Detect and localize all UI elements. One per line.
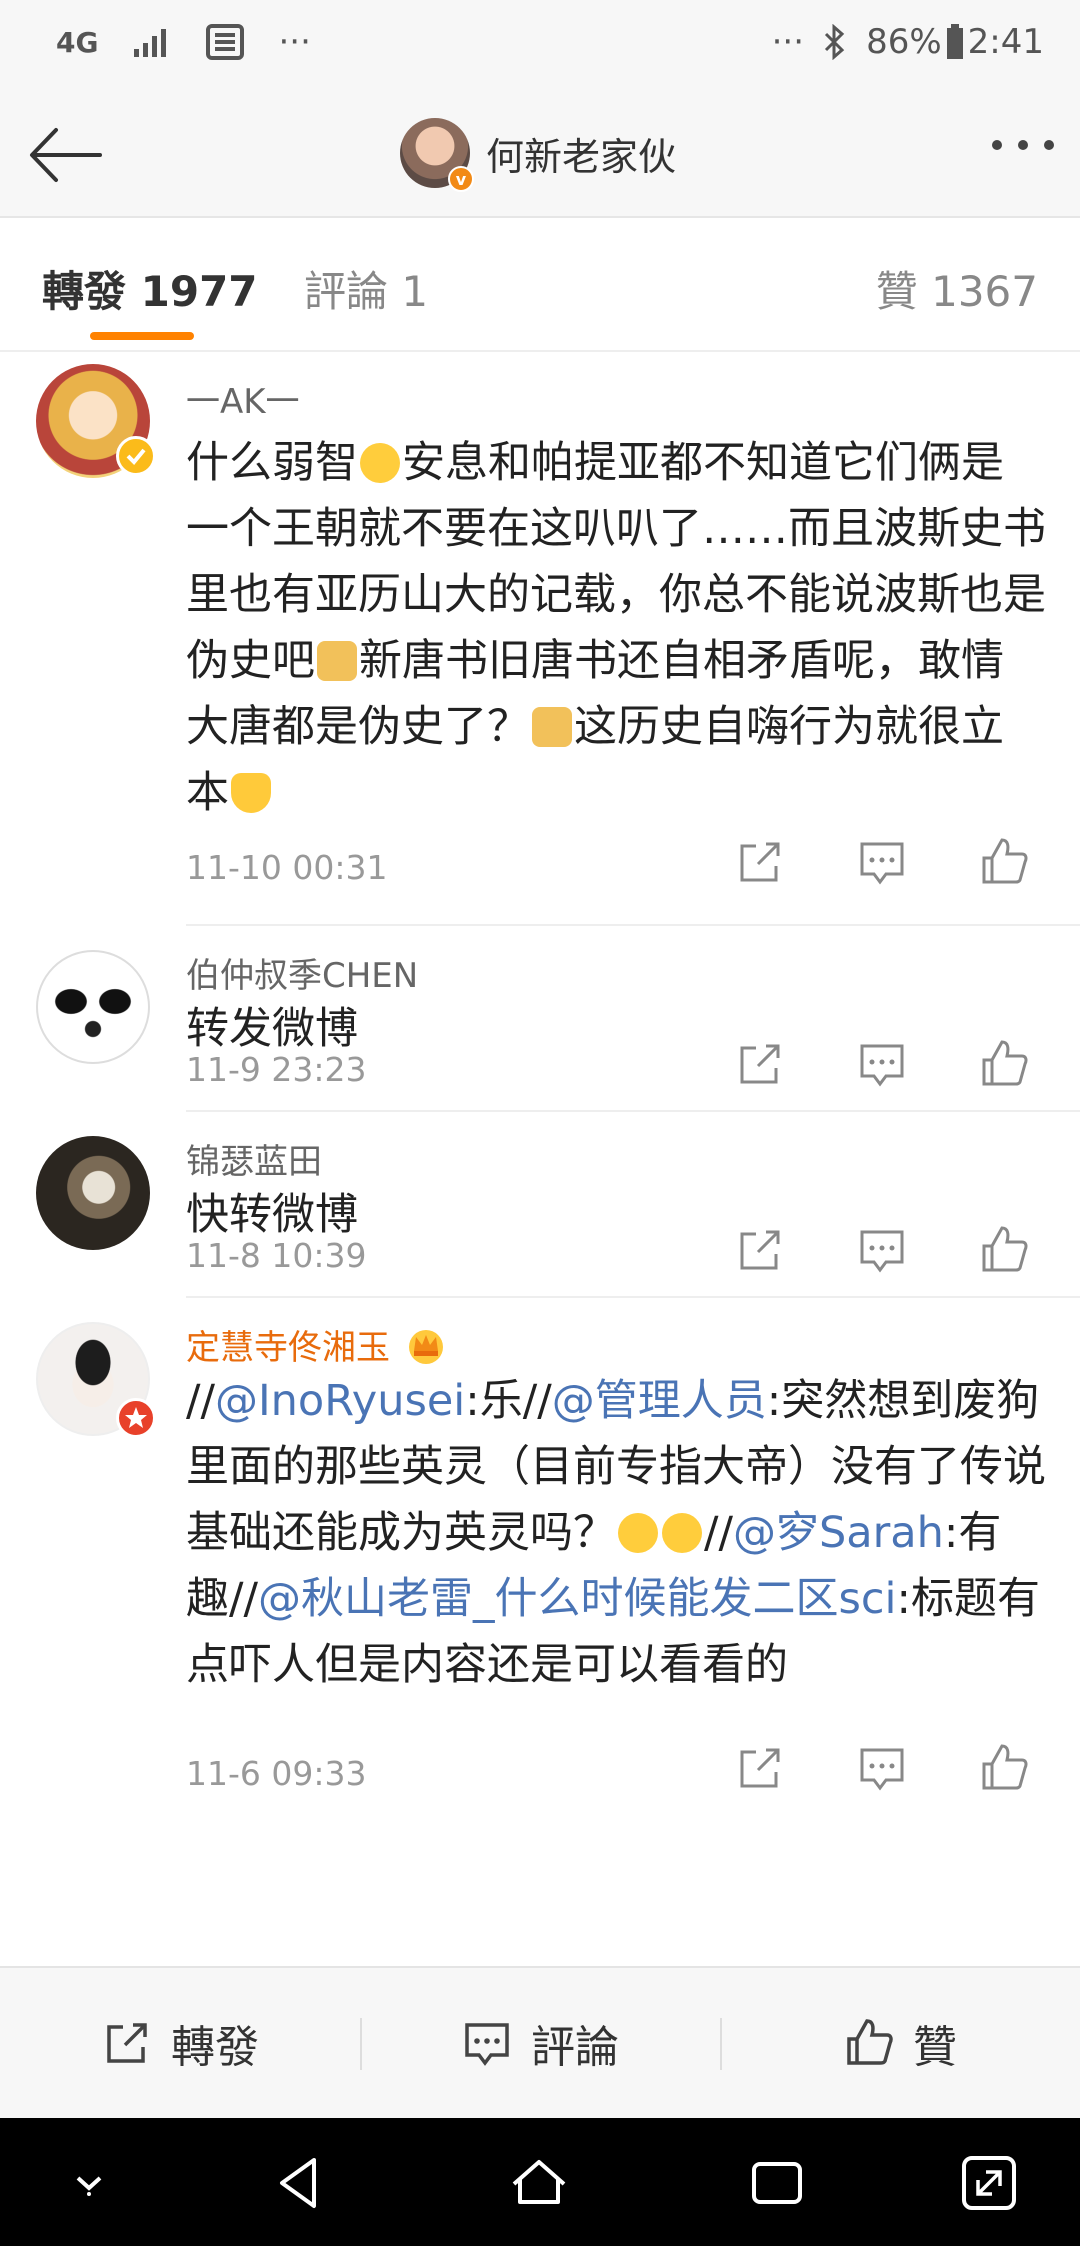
tab-reposts[interactable]: 轉發 1977 [42,258,258,319]
status-more-left: ··· [278,22,311,62]
dot-icon [1044,140,1054,150]
nav-user[interactable]: v 何新老家伙 [400,118,677,192]
comment-label: 評論 [531,2022,619,2073]
more-options-button[interactable] [992,140,1054,150]
network-4g-icon: 4G [56,25,99,59]
comment-icon[interactable] [856,1038,908,1090]
expand-icon[interactable] [956,2150,1022,2216]
repost-icon[interactable] [734,836,786,888]
arrow-left-icon [30,128,102,182]
like-icon [847,2019,893,2065]
comment-icon[interactable] [856,836,908,888]
crown-badge-icon [409,1329,443,1364]
comment-icon[interactable] [856,1224,908,1276]
mention-link[interactable]: @管理人员 [552,1376,767,1426]
doge-emoji-icon [532,707,572,747]
post-actions [734,1224,1030,1276]
doge-emoji-icon [317,641,357,681]
back-button[interactable] [26,120,106,190]
repost-icon[interactable] [734,1224,786,1276]
tab-comments[interactable]: 評論 1 [304,258,428,319]
nav-bar: v 何新老家伙 [0,92,1080,218]
like-button[interactable]: 贊 [720,1968,1080,2118]
like-icon[interactable] [978,1038,1030,1090]
post-actions [734,836,1030,888]
battery-percent: 86% [866,22,942,62]
list-item[interactable]: 定慧寺佟湘玉 //@InoRyusei:乐//@管理人员:突然想到废狗里面的那些… [36,1298,1080,1818]
timestamp: 11-9 23:23 [186,1050,367,1089]
tab-likes[interactable]: 贊 1367 [876,258,1038,319]
mention-link[interactable]: @秋山老雷_什么时候能发二区sci [258,1574,897,1624]
battery-icon [946,24,964,60]
user-name: 定慧寺佟湘玉 [186,1328,390,1368]
timestamp: 11-8 10:39 [186,1236,367,1275]
laugh-cry-emoji-icon [618,1513,658,1553]
post-content: 什么弱智 安息和帕提亚都不知道它们俩是一个王朝就不要在这叭叭了……而且波斯史书里也… [186,430,1046,826]
timestamp: 11-6 09:33 [186,1754,367,1793]
repost-icon[interactable] [734,1038,786,1090]
post-actions [734,1742,1030,1794]
user-name[interactable]: 伯仲叔季CHEN [186,948,418,997]
post-actions [734,1038,1030,1090]
comment-button[interactable]: 評論 [360,1968,720,2118]
status-more-right: ··· [771,22,805,62]
vip-badge-icon [116,1398,156,1438]
like-icon[interactable] [978,1224,1030,1276]
like-icon[interactable] [978,1742,1030,1794]
chevron-down-icon[interactable] [56,2150,122,2216]
laugh-cry-emoji-icon [360,443,400,483]
page-title: 何新老家伙 [486,134,677,179]
repost-label: 轉發 [171,2022,259,2073]
user-name[interactable]: 一AK一 [186,374,300,423]
list-item[interactable]: 伯仲叔季CHEN 转发微博 11-9 23:23 [36,926,1080,1112]
clock: 2:41 [967,22,1044,62]
system-nav-bar [0,2118,1080,2246]
news-app-icon [206,24,245,60]
verified-badge-icon [116,436,156,476]
repost-icon [107,2023,147,2063]
content-text: // [704,1508,733,1558]
repost-icon[interactable] [734,1742,786,1794]
repost-button[interactable]: 轉發 [0,1968,360,2118]
dot-icon [1018,140,1028,150]
laugh-cry-emoji-icon [662,1513,702,1553]
verified-badge-icon: v [448,166,474,192]
recent-apps-icon[interactable] [744,2150,810,2216]
ok-hand-emoji-icon [231,773,271,813]
avatar[interactable] [36,1136,150,1250]
repost-list: 一AK一 什么弱智 安息和帕提亚都不知道它们俩是一个王朝就不要在这叭叭了……而且波… [0,352,1080,1818]
tab-bar: 轉發 1977 評論 1 贊 1367 [0,218,1080,352]
home-icon[interactable] [506,2150,572,2216]
content-text: :乐// [465,1376,552,1426]
timestamp: 11-10 00:31 [186,848,388,887]
like-label: 贊 [913,2022,957,2073]
back-triangle-icon[interactable] [268,2150,334,2216]
mention-link[interactable]: @穸Sarah [733,1508,944,1558]
content-text: // [186,1376,215,1426]
bluetooth-icon [822,24,848,60]
dot-icon [992,140,1002,150]
list-item[interactable]: 一AK一 什么弱智 安息和帕提亚都不知道它们俩是一个王朝就不要在这叭叭了……而且波… [36,352,1080,926]
post-content: //@InoRyusei:乐//@管理人员:突然想到废狗里面的那些英灵（目前专指… [186,1368,1046,1698]
like-icon[interactable] [978,836,1030,888]
status-bar: 4G ··· ··· 86% 2:41 [0,0,1080,92]
avatar[interactable] [36,950,150,1064]
list-item[interactable]: 锦瑟蓝田 快转微博 11-8 10:39 [36,1112,1080,1298]
avatar: v [400,118,474,192]
content-text: 什么弱智 [186,438,358,488]
user-name[interactable]: 锦瑟蓝田 [186,1134,322,1183]
comment-icon [465,2023,509,2066]
comment-icon[interactable] [856,1742,908,1794]
signal-icon [132,27,172,57]
active-tab-indicator [90,332,194,340]
bottom-toolbar: 轉發 評論 贊 [0,1966,1080,2118]
user-name-row[interactable]: 定慧寺佟湘玉 [186,1320,448,1369]
mention-link[interactable]: @InoRyusei [215,1376,465,1426]
